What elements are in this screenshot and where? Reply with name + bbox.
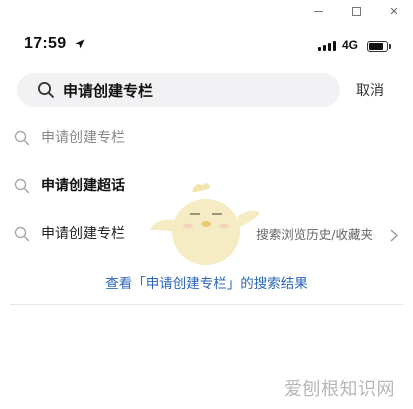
search-icon xyxy=(14,178,30,194)
view-results-link[interactable]: 查看「申请创建专栏」的搜索结果 xyxy=(0,272,413,292)
watermark-text: 爱刨根知识网 xyxy=(284,379,395,400)
cellular-signal-icon xyxy=(318,41,336,51)
search-icon xyxy=(14,130,30,146)
search-input[interactable] xyxy=(61,77,325,105)
mascot-watermark-icon xyxy=(150,183,260,265)
divider xyxy=(10,304,403,305)
close-button[interactable]: ✕ xyxy=(375,0,413,22)
cancel-button[interactable]: 取消 xyxy=(356,80,384,100)
search-bar[interactable] xyxy=(17,73,340,107)
suggestion-label: 申请创建专栏 xyxy=(41,130,125,146)
status-bar: 17:59 4G xyxy=(0,33,413,57)
chevron-right-icon xyxy=(390,229,398,242)
search-icon xyxy=(14,226,30,242)
suggestion-label: 申请创建专栏 xyxy=(41,226,125,242)
window-controls: ✕ xyxy=(299,0,413,22)
minimize-button[interactable] xyxy=(299,0,337,22)
suggestion-source: 搜索浏览历史/收藏夹 xyxy=(256,227,373,242)
maximize-icon xyxy=(351,6,361,16)
suggestion-item[interactable]: 申请创建专栏 xyxy=(0,116,413,164)
screen: ✕ 17:59 4G 取消 申请创建专栏 xyxy=(0,0,413,409)
battery-icon xyxy=(367,41,391,52)
maximize-button[interactable] xyxy=(337,0,375,22)
search-icon xyxy=(38,82,54,98)
minimize-icon xyxy=(313,10,323,12)
status-time: 17:59 xyxy=(24,35,67,52)
close-icon: ✕ xyxy=(389,4,399,18)
suggestion-label: 申请创建超话 xyxy=(41,178,125,194)
location-arrow-icon xyxy=(75,39,85,49)
network-type: 4G xyxy=(342,38,359,52)
